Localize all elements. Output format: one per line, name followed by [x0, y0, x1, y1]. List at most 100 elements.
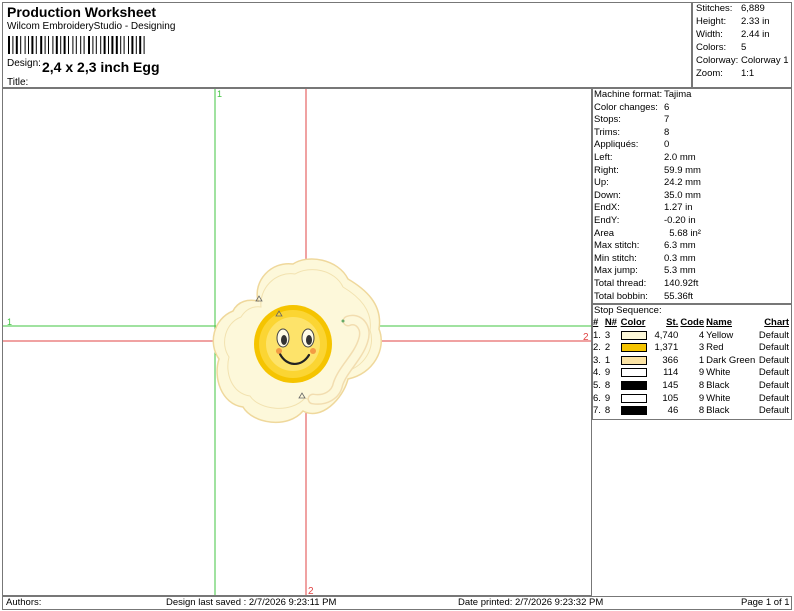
- machine-value: 0.3 mm: [664, 252, 696, 264]
- stop-row: 7. 8 46 8 Black Default: [593, 405, 789, 418]
- stop-n: 9: [604, 367, 611, 379]
- summary-value: Colorway 1: [741, 55, 789, 66]
- guide-v-label: 1: [217, 89, 222, 99]
- color-swatch: [620, 330, 647, 340]
- machine-key: Right:: [594, 164, 619, 176]
- stop-code: 9: [698, 392, 705, 404]
- stop-n: 2: [604, 342, 611, 354]
- summary-key: Colors:: [696, 42, 727, 53]
- machine-value: 1.27 in: [664, 202, 693, 214]
- summary-row: Height: 2.33 in: [696, 16, 792, 29]
- summary-row: Stitches: 6,889: [696, 3, 792, 16]
- machine-value: -0.20 in: [664, 215, 696, 226]
- machine-value: 5.68 in²: [664, 227, 701, 239]
- color-swatch: [620, 343, 647, 353]
- stop-chart: Default: [758, 342, 789, 354]
- machine-key: EndX:: [594, 202, 620, 214]
- stop-name: Red: [706, 342, 724, 354]
- col-num: #: [593, 317, 599, 328]
- stop-name: Yellow: [706, 329, 734, 341]
- summary-row: Zoom: 1:1: [696, 68, 792, 81]
- stop-n: 3: [604, 329, 611, 341]
- col-n: N#: [604, 317, 617, 328]
- machine-row: Total thread: 140.92ft: [594, 278, 790, 291]
- summary-list: Stitches: 6,889 Height: 2.33 in Width: 2.44 i…: [696, 3, 792, 83]
- stop-num: 1.: [593, 329, 601, 341]
- stop-color: [620, 380, 653, 393]
- summary-row: Width: 2.44 in: [696, 29, 792, 42]
- machine-key: Total bobbin:: [594, 290, 648, 302]
- machine-row: Color changes: 6: [594, 102, 790, 115]
- title-label: Title:: [7, 77, 29, 88]
- design-label: Design:: [7, 58, 41, 69]
- stop-name: Dark Green: [706, 354, 756, 366]
- stop-n: 8: [604, 379, 611, 391]
- machine-row: Stops: 7: [594, 114, 790, 127]
- machine-row: Up: 24.2 mm: [594, 177, 790, 190]
- stop-st: 105: [662, 392, 679, 404]
- machine-value: 140.92ft: [664, 278, 699, 289]
- stop-name: White: [706, 367, 731, 379]
- design-preview: 1 1 2 2: [3, 89, 591, 595]
- color-swatch: [620, 368, 647, 378]
- stop-st: 114: [663, 367, 679, 379]
- egg-artwork: [212, 258, 382, 424]
- stop-row: 4. 9 114 9 White Default: [593, 367, 789, 380]
- footer-page: Page 1 of 1: [741, 597, 790, 608]
- stop-num: 6.: [593, 392, 601, 404]
- summary-key: Colorway:: [696, 55, 739, 66]
- machine-key: Up:: [594, 177, 609, 189]
- stop-num: 3.: [593, 354, 601, 366]
- stop-color: [620, 355, 653, 368]
- footer-saved: Design last saved : 2/7/2026 9:23:11 PM: [166, 597, 337, 608]
- machine-row: Left: 2.0 mm: [594, 152, 790, 165]
- stop-code: 1: [698, 354, 705, 366]
- stop-code: 4: [698, 329, 705, 341]
- machine-key: EndY:: [594, 215, 620, 226]
- worksheet-title: Production Worksheet: [7, 4, 157, 20]
- guide-h-label: 1: [7, 317, 12, 327]
- machine-value: 59.9 mm: [664, 164, 701, 176]
- barcode: [8, 36, 145, 54]
- stop-st: 4,740: [654, 329, 679, 341]
- stop-n: 8: [604, 405, 611, 417]
- machine-row: EndX: 1.27 in: [594, 202, 790, 215]
- software-name: Wilcom EmbroideryStudio - Designing: [7, 21, 176, 32]
- machine-value: 35.0 mm: [664, 189, 701, 201]
- stop-row: 5. 8 145 8 Black Default: [593, 380, 789, 393]
- col-chart: Chart: [764, 317, 789, 328]
- machine-key: Color changes:: [594, 101, 658, 113]
- col-color: Color: [620, 317, 646, 328]
- col-st: St.: [666, 317, 679, 328]
- machine-key: Max stitch:: [594, 240, 640, 252]
- machine-row: Max jump: 5.3 mm: [594, 265, 790, 278]
- stop-color: [620, 342, 653, 355]
- stop-name: White: [706, 392, 731, 404]
- design-name: 2,4 x 2,3 inch Egg: [42, 59, 160, 75]
- stop-n: 9: [604, 392, 611, 404]
- machine-row: Trims: 8: [594, 127, 790, 140]
- machine-value: Tajima: [664, 89, 692, 100]
- stop-name: Black: [706, 379, 730, 391]
- stop-chart: Default: [758, 354, 789, 366]
- stop-row: 3. 1 366 1 Dark Green Default: [593, 355, 789, 368]
- col-name: Name: [706, 317, 733, 328]
- machine-key: Machine format:: [594, 89, 663, 100]
- machine-row: Area 5.68 in²: [594, 228, 790, 241]
- machine-key: Stops:: [594, 114, 621, 126]
- summary-value: 1:1: [741, 68, 755, 79]
- stop-code: 8: [698, 405, 705, 417]
- summary-value: 6,889: [741, 3, 765, 14]
- machine-value: 2.0 mm: [664, 152, 696, 163]
- stop-color: [620, 405, 653, 418]
- stop-chart: Default: [758, 405, 789, 417]
- stop-code: 8: [698, 379, 705, 391]
- machine-value: 0: [664, 139, 670, 151]
- center-h-label: 2: [583, 332, 589, 343]
- color-swatch: [620, 393, 647, 403]
- summary-key: Zoom:: [696, 68, 723, 79]
- stop-row: 1. 3 4,740 4 Yellow Default: [593, 330, 789, 343]
- machine-key: Appliqués:: [594, 139, 639, 151]
- summary-row: Colorway: Colorway 1: [696, 55, 792, 68]
- stop-num: 4.: [593, 367, 601, 379]
